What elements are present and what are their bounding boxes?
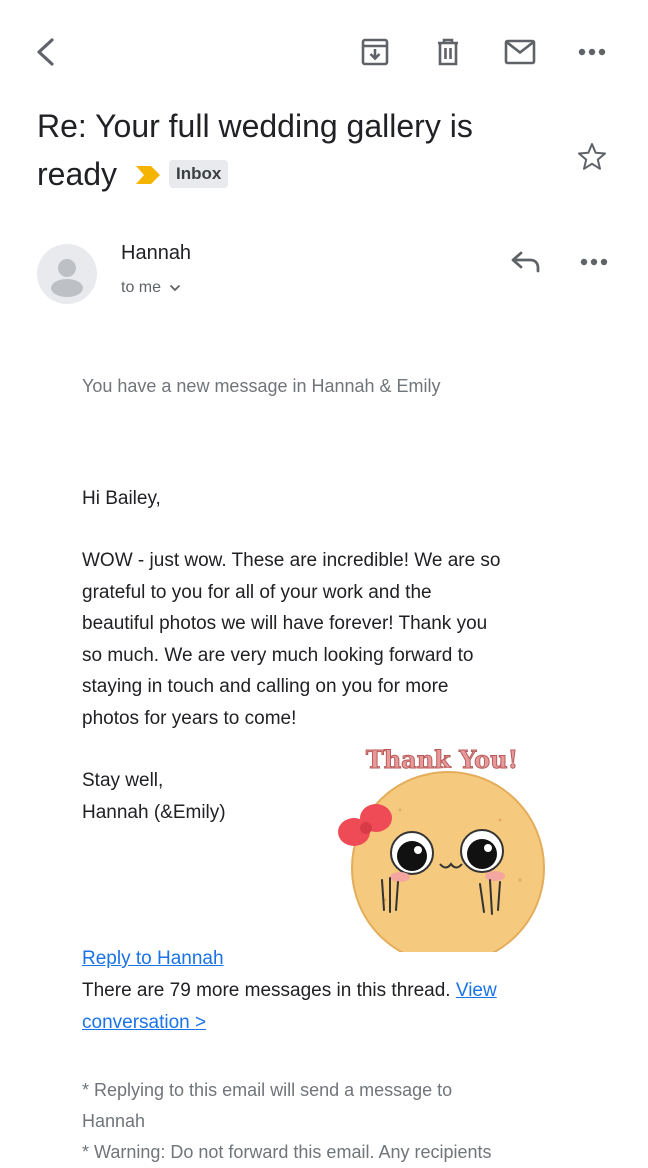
paragraph-line: photos for years to come! [82,707,297,729]
recipient-label: to me [121,279,162,296]
thread-text: There are 79 more messages in this threa… [82,980,451,1001]
back-icon[interactable] [28,32,64,72]
paragraph-line: so much. We are very much looking forwar… [82,644,474,666]
delete-icon[interactable] [430,34,466,70]
paragraph-line: grateful to you for all of your work and… [82,581,432,603]
inbox-label[interactable]: Inbox [169,159,229,188]
view-conversation-link[interactable]: View [456,980,497,1001]
footer-line: * Replying to this email will send a mes… [82,1080,453,1100]
avatar[interactable] [37,244,97,304]
more-icon[interactable] [574,34,610,70]
archive-icon[interactable] [357,34,393,70]
paragraph-line: staying in touch and calling on you for … [82,676,449,697]
importance-marker-icon[interactable] [135,165,161,185]
greeting: Hi Bailey, [82,488,161,509]
footer-line: Hannah [82,1111,146,1131]
sender-name[interactable]: Hannah [121,242,191,265]
message-paragraph: WOW - just wow. These are incredible! We… [82,545,582,734]
footer-note: * Replying to this email will send a mes… [82,1075,582,1168]
subject-line-2: ready [37,156,118,192]
reply-icon[interactable] [508,246,544,278]
paragraph-line: beautiful photos we will have forever! T… [82,613,488,634]
thread-info: There are 79 more messages in this threa… [82,975,582,1038]
star-icon[interactable] [575,140,609,174]
recipient-details[interactable]: to me [121,279,181,297]
chevron-down-icon [169,284,181,292]
thread-notice: You have a new message in Hannah & Emily [82,376,441,396]
email-subject: Re: Your full wedding gallery is ready In… [37,102,567,198]
message-more-icon[interactable] [576,246,612,278]
footer-line: * Warning: Do not forward this email. An… [82,1142,492,1162]
reply-to-hannah-link[interactable]: Reply to Hannah [82,943,224,975]
paragraph-line: WOW - just wow. These are incredible! We… [82,550,501,571]
subject-line-1: Re: Your full wedding gallery is [37,108,473,144]
mark-unread-icon[interactable] [502,34,538,70]
view-conversation-link[interactable]: conversation > [82,1012,206,1033]
top-toolbar [0,0,648,100]
thank-you-sticker-image: Thank You! [330,740,555,968]
